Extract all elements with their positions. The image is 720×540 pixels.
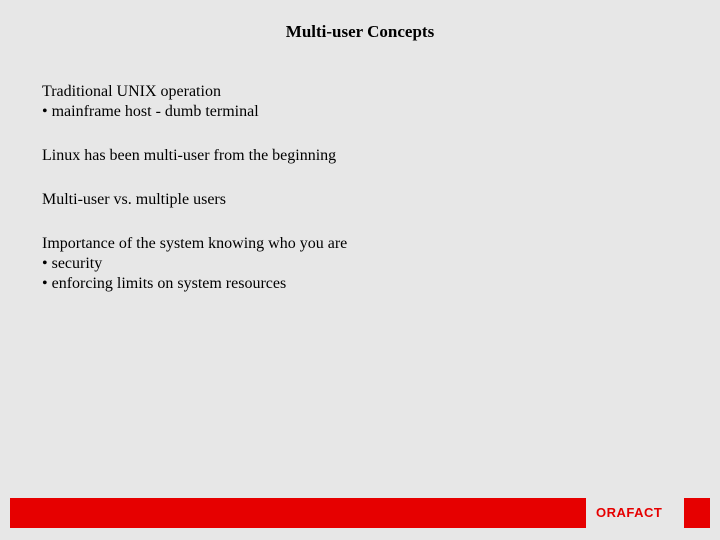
- text-line: Linux has been multi-user from the begin…: [42, 146, 678, 166]
- footer-bar-left: [10, 498, 586, 528]
- bullet-line: • enforcing limits on system resources: [42, 274, 678, 294]
- bullet-line: • security: [42, 254, 678, 274]
- text-line: Traditional UNIX operation: [42, 82, 678, 102]
- footer-bar-right: [684, 498, 710, 528]
- body-block-1: Traditional UNIX operation • mainframe h…: [42, 82, 678, 122]
- text-line: Importance of the system knowing who you…: [42, 234, 678, 254]
- body-block-3: Multi-user vs. multiple users: [42, 190, 678, 210]
- text-line: Multi-user vs. multiple users: [42, 190, 678, 210]
- body-block-2: Linux has been multi-user from the begin…: [42, 146, 678, 166]
- slide-footer: ORAFACT: [0, 498, 720, 528]
- slide-title: Multi-user Concepts: [0, 0, 720, 42]
- slide-body: Traditional UNIX operation • mainframe h…: [0, 42, 720, 294]
- footer-brand: ORAFACT: [596, 498, 662, 528]
- body-block-4: Importance of the system knowing who you…: [42, 234, 678, 294]
- bullet-line: • mainframe host - dumb terminal: [42, 102, 678, 122]
